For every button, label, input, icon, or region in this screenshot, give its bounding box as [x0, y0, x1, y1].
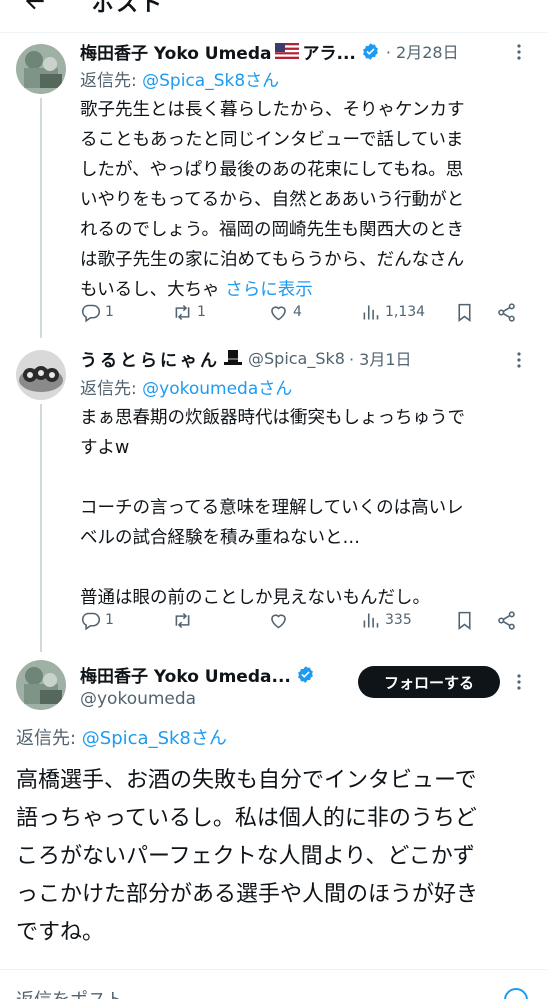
- text-line: いやりをもってるから、自然とああいう行動がと: [80, 190, 465, 210]
- more-dots-icon[interactable]: [509, 672, 529, 692]
- text-line: [80, 463, 532, 493]
- text-line: ころがないパーフェクトな人間より、どこかず: [16, 844, 475, 869]
- text-line: したが、やっぱり最後のあの花束にしてもね。思: [80, 160, 464, 180]
- more-dots-icon[interactable]: [509, 42, 529, 62]
- author-name-suffix: アラ...: [302, 43, 356, 64]
- verified-badge-icon: [297, 665, 313, 683]
- reply-to: 返信先: @Spica_Sk8さん: [80, 66, 279, 91]
- share-icon: [498, 302, 515, 322]
- views-button[interactable]: 335: [360, 607, 412, 633]
- author-name[interactable]: 梅田香子 Yoko Umeda...: [80, 662, 291, 687]
- view-count: 1,134: [385, 304, 426, 320]
- reply-prefix: 返信先:: [80, 71, 143, 91]
- avatar-image: [16, 660, 66, 710]
- views-bars-icon: [363, 613, 379, 627]
- post-text: 高橋選手、お酒の失敗も自分でインタビューで 語っちゃっているし。私は個人的に非の…: [16, 762, 536, 952]
- verified-badge-icon: [362, 42, 378, 60]
- text-fragment: もいるし、大ちゃ: [80, 280, 226, 300]
- bookmark-button[interactable]: [454, 607, 475, 633]
- media-icon[interactable]: [502, 986, 530, 999]
- reply-button[interactable]: 1: [80, 299, 114, 325]
- repost-icon: [175, 612, 190, 628]
- views-bars-icon: [363, 305, 379, 319]
- reply-count: 1: [105, 612, 114, 628]
- text-line: 高橋選手、お酒の失敗も自分でインタビューで: [16, 768, 477, 793]
- avatar[interactable]: [16, 660, 66, 710]
- text-line: ることもあったと同じインタビューで話していま: [80, 130, 464, 150]
- reply-to: 返信先: @Spica_Sk8さん: [16, 724, 227, 750]
- avatar-image: [16, 350, 66, 400]
- avatar[interactable]: [16, 350, 66, 400]
- more-dots-icon[interactable]: [509, 350, 529, 370]
- repost-icon: [175, 304, 190, 320]
- reply-prefix: 返信先:: [16, 728, 82, 749]
- thread-line: [40, 404, 42, 652]
- top-hat-icon: [224, 350, 242, 365]
- text-line: っこかけた部分がある選手や人間のほうが好き: [16, 882, 479, 907]
- reply-handle-link[interactable]: @yokoumedaさん: [142, 379, 292, 399]
- share-button[interactable]: [496, 607, 517, 633]
- reply-button[interactable]: 1: [80, 607, 114, 633]
- follow-button[interactable]: フォローする: [358, 666, 500, 698]
- repost-count: 1: [197, 304, 206, 320]
- reply-to: 返信先: @yokoumedaさん: [80, 374, 292, 399]
- view-count: 335: [385, 612, 412, 628]
- bookmark-icon: [458, 303, 471, 322]
- show-more-link[interactable]: さらに表示: [225, 280, 313, 300]
- text-line: ですね。: [16, 920, 105, 945]
- avatar[interactable]: [16, 44, 66, 94]
- text-line: 歌子先生とは長く暮らしたから、そりゃケンカす: [80, 100, 465, 120]
- reply-composer-input[interactable]: 返信をポスト: [16, 986, 124, 999]
- reply-handle-link[interactable]: @Spica_Sk8さん: [142, 71, 279, 91]
- text-line: コーチの言ってる意味を理解していくのは高いレ: [80, 498, 464, 518]
- thread-line: [40, 98, 42, 338]
- repost-button[interactable]: [172, 607, 197, 633]
- post-header: 梅田香子 Yoko Umeda...: [80, 661, 315, 687]
- author-handle[interactable]: @yokoumeda: [80, 689, 196, 709]
- bookmark-icon: [458, 611, 471, 630]
- text-line: まぁ思春期の炊飯器時代は衝突もしょっちゅうで: [80, 408, 465, 428]
- us-flag-icon: [275, 43, 300, 59]
- text-line: [80, 553, 532, 583]
- author-name[interactable]: うるとらにゃん: [80, 346, 220, 371]
- heart-icon: [271, 305, 286, 320]
- text-line: ベルの試合経験を積み重ねないと…: [80, 528, 360, 548]
- post-text: 歌子先生とは長く暮らしたから、そりゃケンカす ることもあったと同じインタビューで…: [80, 95, 532, 305]
- heart-icon: [271, 613, 286, 628]
- action-bar: 1 1 4 1,134: [80, 299, 530, 325]
- arrow-left-icon[interactable]: [22, 0, 48, 14]
- text-line: 語っちゃっているし。私は個人的に非のうちど: [16, 806, 477, 831]
- post-date[interactable]: · 2月28日: [386, 39, 459, 63]
- handle-row: @yokoumeda: [80, 686, 196, 712]
- composer-divider: [0, 969, 547, 970]
- post-date[interactable]: · 3月1日: [349, 346, 412, 370]
- text-line: れるのでしょう。福岡の岡崎先生も関西大のとき: [80, 220, 464, 240]
- post-header: うるとらにゃん @Spica_Sk8 · 3月1日: [80, 345, 412, 371]
- action-bar: 1 335: [80, 607, 530, 633]
- author-name[interactable]: 梅田香子 Yoko Umeda: [80, 39, 271, 64]
- avatar-image: [16, 44, 66, 94]
- reply-handle-link[interactable]: @Spica_Sk8さん: [82, 728, 227, 749]
- bookmark-button[interactable]: [454, 299, 475, 325]
- reply-bubble-icon: [81, 304, 101, 322]
- like-count: 4: [293, 304, 302, 320]
- text-line: は歌子先生の家に泊めてもらうから、だんなさん: [80, 250, 465, 270]
- author-handle[interactable]: @Spica_Sk8: [248, 349, 345, 368]
- share-icon: [498, 610, 515, 630]
- post-header: 梅田香子 Yoko Umeda アラ... · 2月28日: [80, 38, 459, 64]
- like-button[interactable]: 4: [268, 299, 302, 325]
- reply-count: 1: [105, 304, 114, 320]
- repost-button[interactable]: 1: [172, 299, 206, 325]
- text-line: すよw: [80, 438, 130, 458]
- header-divider: [0, 32, 547, 33]
- post-text: まぁ思春期の炊飯器時代は衝突もしょっちゅうで すよw コーチの言ってる意味を理解…: [80, 403, 532, 613]
- reply-bubble-icon: [81, 612, 101, 630]
- views-button[interactable]: 1,134: [360, 299, 425, 325]
- reply-prefix: 返信先:: [80, 379, 143, 399]
- top-bar: ポスト: [0, 0, 547, 20]
- like-button[interactable]: [268, 607, 293, 633]
- share-button[interactable]: [496, 299, 517, 325]
- page-title: ポスト: [92, 0, 165, 17]
